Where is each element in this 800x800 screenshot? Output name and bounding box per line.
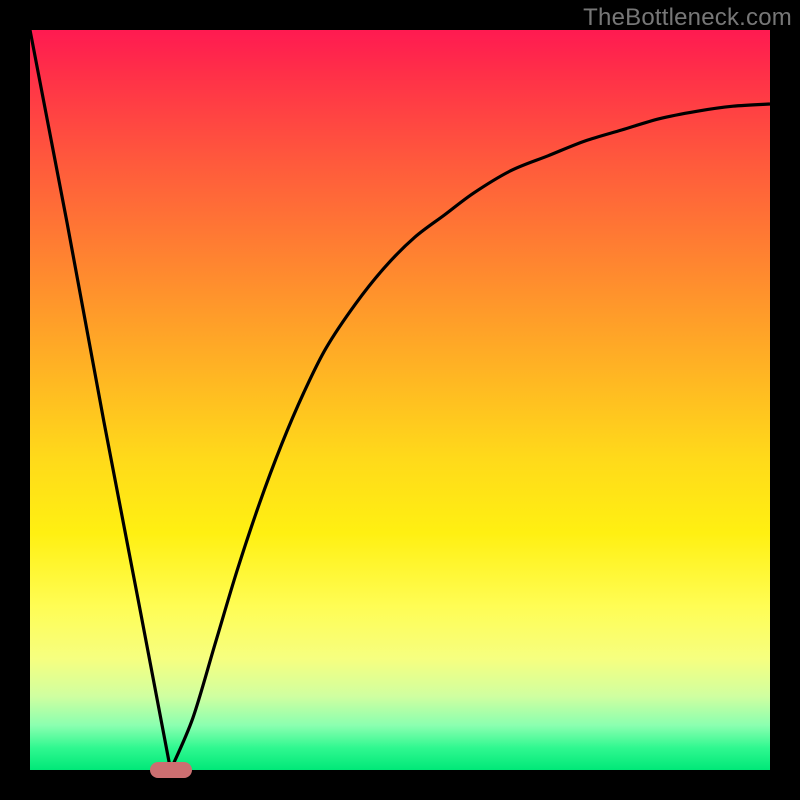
plot-area xyxy=(30,30,770,770)
chart-frame: TheBottleneck.com xyxy=(0,0,800,800)
bottleneck-curve xyxy=(30,30,770,770)
watermark-text: TheBottleneck.com xyxy=(583,4,792,32)
curve-path xyxy=(30,30,770,770)
minimum-marker xyxy=(150,762,192,778)
